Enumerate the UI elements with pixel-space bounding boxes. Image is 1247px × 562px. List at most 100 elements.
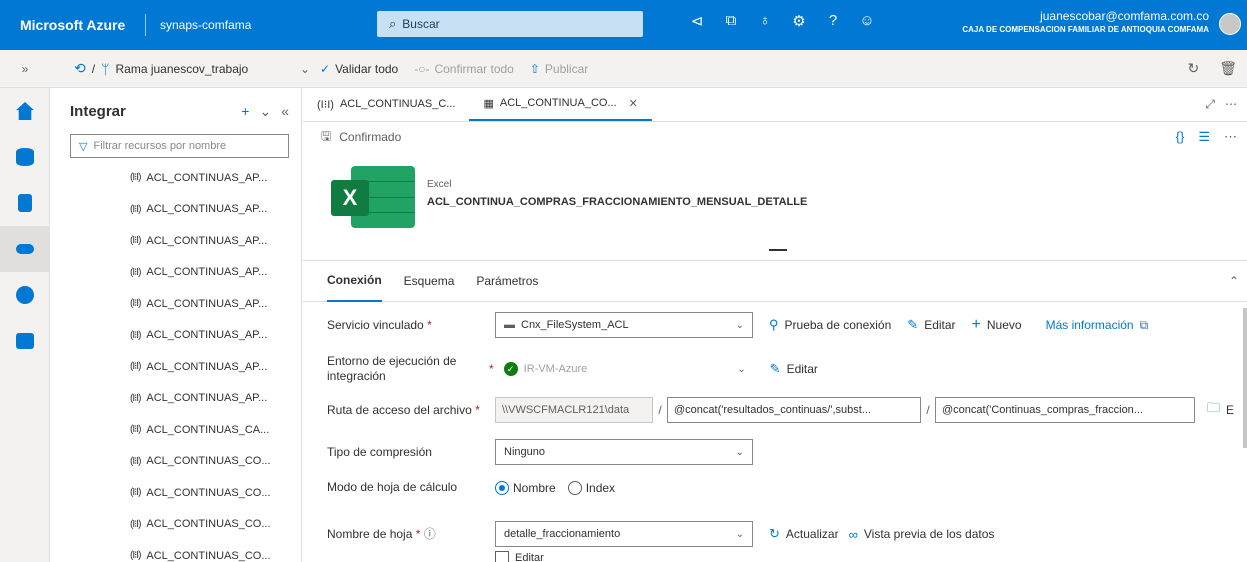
refresh-sheets-button[interactable]: ↻ Actualizar <box>769 526 839 542</box>
discard-icon[interactable]: 🗑 <box>1219 60 1237 77</box>
list-item[interactable]: (I⁝I) ACL_CONTINUAS_AP... <box>50 351 301 383</box>
workspace-name[interactable]: synaps-comfama <box>146 18 376 32</box>
commit-all-button[interactable]: -○- Confirmar todo <box>414 62 514 76</box>
help-icon[interactable]: ? <box>824 12 842 30</box>
list-item[interactable]: (I⁝I) ACL_CONTINUAS_CA... <box>50 414 301 446</box>
browse-button[interactable]: 🗀 E <box>1207 399 1234 421</box>
branch-icon: ᛘ <box>101 60 110 77</box>
sheet-name-select[interactable]: detalle_fraccionamiento ⌄ <box>495 521 753 547</box>
feedback-icon[interactable]: ⊲ <box>688 12 706 30</box>
commit-all-label: Confirmar todo <box>434 61 514 76</box>
list-item[interactable]: (I⁝I) ACL_CONTINUAS_AP... <box>50 162 301 194</box>
list-item-label: ACL_CONTINUAS_AP... <box>146 266 268 279</box>
chevron-down-icon: ⌄ <box>735 528 744 540</box>
server-icon: ▬ <box>504 319 515 331</box>
refresh-icon[interactable]: ↻ <box>1187 60 1199 77</box>
more-icon[interactable]: ⋯ <box>1225 97 1237 112</box>
tab-label: ACL_CONTINUAS_C... <box>339 98 456 110</box>
resource-panel-title: Integrar <box>70 102 126 120</box>
dataset-text: Excel ACL_CONTINUA_COMPRAS_FRACCIONAMIEN… <box>427 179 807 208</box>
code-icon[interactable]: {} <box>1176 129 1185 145</box>
expand-nav-icon[interactable]: » <box>0 62 50 76</box>
runtime-label: Entorno de ejecución de integración <box>327 354 457 383</box>
linked-service-select[interactable]: ▬ Cnx_FileSystem_ACL ⌄ <box>495 312 753 338</box>
preview-data-button[interactable]: ∞ Vista previa de los datos <box>849 527 995 542</box>
collapse-panel-icon[interactable]: « <box>281 103 289 120</box>
list-item-label: ACL_CONTINUAS_AP... <box>146 171 268 184</box>
file-path-root: \\VWSCFMACLR121\data <box>495 397 653 423</box>
glasses-icon: ∞ <box>848 526 858 542</box>
account-info[interactable]: juanescobar@comfama.com.co CAJA DE COMPE… <box>962 9 1209 34</box>
nav-manage[interactable] <box>0 318 50 364</box>
expand-icon[interactable]: ⤢ <box>1205 97 1215 112</box>
list-item[interactable]: (I⁝I) ACL_CONTINUAS_AP... <box>50 194 301 226</box>
settings-icon[interactable]: ⚙ <box>790 12 808 30</box>
tab-connection[interactable]: Conexión <box>327 260 382 302</box>
search-icon: ⌕ <box>389 16 397 31</box>
chevron-down-icon[interactable]: ⌄ <box>290 62 320 76</box>
list-item[interactable]: (I⁝I) ACL_CONTINUAS_AP... <box>50 257 301 289</box>
branch-selector[interactable]: ⟲ / ᛘ Rama juanescov_trabajo <box>50 60 290 77</box>
list-item-label: ACL_CONTINUAS_AP... <box>146 360 268 373</box>
nav-monitor[interactable] <box>0 272 50 318</box>
tab-pipeline[interactable]: (I⁝I) ACL_CONTINUAS_C... <box>303 87 469 121</box>
notifications-icon[interactable]: ♁ <box>756 12 774 30</box>
list-item[interactable]: (I⁝I) ACL_CONTINUAS_CO... <box>50 509 301 541</box>
linked-service-label: Servicio vinculado * <box>327 317 432 332</box>
browse-label: E <box>1226 403 1235 417</box>
monitor-icon <box>16 286 34 304</box>
scrollbar[interactable] <box>1243 308 1247 448</box>
list-item[interactable]: (I⁝I) ACL_CONTINUAS_CO... <box>50 540 301 562</box>
properties-icon[interactable]: ☰ <box>1198 129 1210 145</box>
compression-select[interactable]: Ninguno ⌄ <box>495 439 753 465</box>
add-resource-icon[interactable]: + <box>241 103 249 120</box>
nav-home[interactable] <box>0 88 50 134</box>
new-linked-service-button[interactable]: + Nuevo <box>972 316 1022 334</box>
tab-dataset[interactable]: ▦ ACL_CONTINUA_CO... ✕ <box>469 87 652 121</box>
search-box[interactable]: ⌕ Buscar <box>377 11 643 37</box>
commit-icon: -○- <box>414 61 430 76</box>
sheet-mode-index-radio[interactable]: Index <box>567 480 615 495</box>
external-link-icon: ⧉ <box>1139 317 1149 332</box>
pipeline-icon: (I⁝I) <box>130 550 141 562</box>
list-item-label: ACL_CONTINUAS_CA... <box>146 423 270 436</box>
list-item-label: ACL_CONTINUAS_AP... <box>146 297 268 310</box>
edit-linked-service-button[interactable]: ✎ Editar <box>907 317 955 333</box>
nav-integrate[interactable] <box>0 226 50 272</box>
list-item[interactable]: (I⁝I) ACL_CONTINUAS_CO... <box>50 477 301 509</box>
pipeline-icon: (I⁝I) <box>130 266 141 278</box>
list-item-label: ACL_CONTINUAS_AP... <box>146 234 268 247</box>
chevron-down-icon: ⌄ <box>735 446 744 458</box>
file-path-directory[interactable]: @concat('resultados_continuas/',subst... <box>667 397 921 423</box>
list-item[interactable]: (I⁝I) ACL_CONTINUAS_CO... <box>50 446 301 478</box>
list-item[interactable]: (I⁝I) ACL_CONTINUAS_AP... <box>50 383 301 415</box>
pipeline-icon: (I⁝I) <box>130 518 141 530</box>
account-feedback-icon[interactable]: ☺ <box>858 12 876 30</box>
filter-input[interactable]: ▽ Filtrar recursos por nombre <box>70 134 289 158</box>
nav-data[interactable] <box>0 134 50 180</box>
list-item[interactable]: (I⁝I) ACL_CONTINUAS_AP... <box>50 225 301 257</box>
list-item[interactable]: (I⁝I) ACL_CONTINUAS_AP... <box>50 288 301 320</box>
list-item[interactable]: (I⁝I) ACL_CONTINUAS_AP... <box>50 320 301 352</box>
edit-runtime-button[interactable]: ✎ Editar <box>770 361 818 377</box>
path-separator: / <box>926 403 930 417</box>
nav-develop[interactable] <box>0 180 50 226</box>
avatar[interactable] <box>1219 13 1241 35</box>
brand-name[interactable]: Microsoft Azure <box>0 17 145 33</box>
config-tabs: Conexión Esquema Parámetros ⌃ <box>303 260 1247 302</box>
more-info-link[interactable]: Más información ⧉ <box>1046 318 1149 333</box>
collapse-all-icon[interactable]: ⌄ <box>259 103 271 120</box>
publish-button[interactable]: ⇧ Publicar <box>530 62 588 76</box>
file-path-file[interactable]: @concat('Continuas_compras_fraccion... <box>935 397 1195 423</box>
sheet-mode-name-radio[interactable]: Nombre <box>495 480 556 495</box>
validate-all-button[interactable]: ✓ Validar todo <box>320 62 398 76</box>
test-connection-button[interactable]: ⚲ Prueba de conexión <box>769 317 891 333</box>
directory-icon[interactable]: ⧉ <box>722 12 740 30</box>
close-icon[interactable]: ✕ <box>629 97 638 110</box>
tab-parameters[interactable]: Parámetros <box>476 260 538 302</box>
edit-checkbox[interactable] <box>495 551 509 562</box>
chevron-up-icon[interactable]: ⌃ <box>1229 274 1239 288</box>
more-icon[interactable]: ⋯ <box>1224 129 1237 145</box>
drag-handle[interactable] <box>769 249 787 251</box>
tab-schema[interactable]: Esquema <box>404 260 455 302</box>
